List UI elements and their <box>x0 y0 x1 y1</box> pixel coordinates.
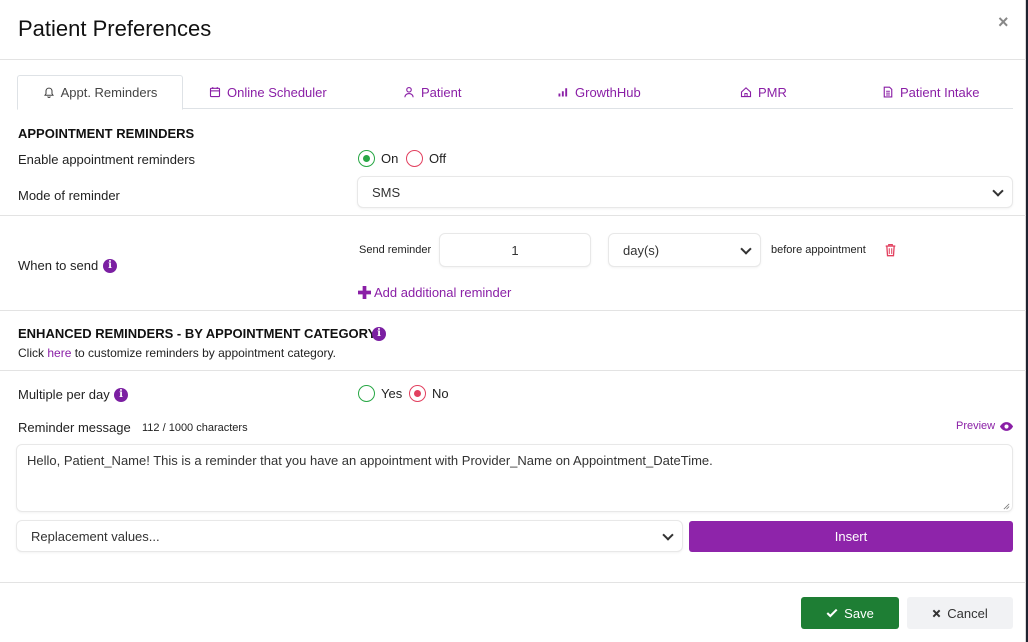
character-counter: 112 / 1000 characters <box>142 422 248 434</box>
cancel-button[interactable]: Cancel <box>907 597 1013 629</box>
divider <box>0 310 1026 311</box>
save-button[interactable]: Save <box>801 597 899 629</box>
radio-checked-icon <box>409 385 426 402</box>
replacement-placeholder: Replacement values... <box>31 528 160 544</box>
info-icon[interactable]: i <box>103 259 117 273</box>
on-label: On <box>381 151 399 166</box>
preview-label: Preview <box>956 420 996 432</box>
close-icon <box>932 609 941 617</box>
yes-label: Yes <box>381 386 403 401</box>
info-icon[interactable]: i <box>372 327 386 341</box>
save-label: Save <box>844 605 874 621</box>
close-icon[interactable]: × <box>998 12 1009 33</box>
insert-label: Insert <box>834 529 868 544</box>
multiple-no-radio[interactable]: No <box>409 385 449 402</box>
send-reminder-label: Send reminder <box>359 244 432 256</box>
tab-appt-reminders[interactable]: Appt. Reminders <box>17 75 183 110</box>
multiple-yes-radio[interactable]: Yes <box>358 385 402 402</box>
send-reminder-amount-input[interactable]: 1 <box>439 233 591 267</box>
patient-preferences-modal: Patient Preferences × Appt. Reminders On… <box>0 0 1026 642</box>
tab-label: GrowthHub <box>575 84 641 100</box>
plus-icon <box>358 286 371 299</box>
mode-value: SMS <box>372 184 401 200</box>
enhanced-reminders-text: Click here to customize reminders by app… <box>18 346 336 360</box>
tab-label: Patient <box>421 84 462 100</box>
cancel-label: Cancel <box>947 605 988 621</box>
reminder-message-label: Reminder message <box>18 420 131 435</box>
trash-icon[interactable] <box>884 243 897 257</box>
enable-reminders-label: Enable appointment reminders <box>18 152 196 167</box>
no-label: No <box>432 386 449 401</box>
document-icon <box>883 86 893 98</box>
enable-on-radio[interactable]: On <box>358 150 398 167</box>
bar-chart-icon <box>558 88 568 97</box>
modal-title: Patient Preferences <box>18 16 212 41</box>
divider <box>0 215 1026 216</box>
click-text: Click <box>18 346 44 360</box>
tab-label: Appt. Reminders <box>60 85 158 100</box>
radio-checked-icon <box>358 150 375 167</box>
tab-label: PMR <box>758 84 787 100</box>
radio-unchecked-icon <box>358 385 375 402</box>
user-icon <box>404 86 414 98</box>
calendar-icon <box>209 87 221 98</box>
add-reminder-label: Add additional reminder <box>374 285 512 300</box>
mode-of-reminder-label: Mode of reminder <box>18 188 120 203</box>
tab-pmr[interactable]: PMR <box>740 75 787 109</box>
tab-online-scheduler[interactable]: Online Scheduler <box>209 75 327 109</box>
enhanced-reminders-heading: ENHANCED REMINDERS - BY APPOINTMENT CATE… <box>18 326 377 341</box>
eye-icon <box>1000 421 1014 431</box>
check-icon <box>826 608 838 618</box>
replacement-values-select[interactable]: Replacement values... <box>16 520 683 552</box>
multiple-per-day-label: Multiple per day <box>18 387 110 402</box>
chevron-down-icon <box>740 243 752 255</box>
preview-link[interactable]: Preview <box>956 420 1014 432</box>
home-icon <box>740 87 752 98</box>
mode-of-reminder-select[interactable]: SMS <box>357 176 1013 208</box>
unit-value: day(s) <box>623 242 660 258</box>
tab-label: Patient Intake <box>900 84 980 100</box>
tab-patient[interactable]: Patient <box>403 75 461 109</box>
before-appointment-label: before appointment <box>771 244 866 256</box>
reminder-message-textarea[interactable]: Hello, Patient_Name! This is a reminder … <box>16 444 1013 512</box>
off-label: Off <box>429 151 447 166</box>
info-icon[interactable]: i <box>114 388 128 402</box>
when-to-send-label: When to send <box>18 258 99 273</box>
tab-label: Online Scheduler <box>227 84 327 100</box>
enable-off-radio[interactable]: Off <box>406 150 446 167</box>
resize-handle-icon[interactable] <box>1003 503 1010 510</box>
tab-patient-intake[interactable]: Patient Intake <box>882 75 980 109</box>
modal-header: Patient Preferences × <box>0 0 1026 60</box>
here-link[interactable]: here <box>47 346 71 360</box>
chevron-down-icon <box>662 529 674 541</box>
radio-unchecked-icon <box>406 150 423 167</box>
tab-growthhub[interactable]: GrowthHub <box>557 75 641 109</box>
tab-bar: Appt. Reminders Online Scheduler Patient… <box>17 75 1013 110</box>
add-additional-reminder-link[interactable]: Add additional reminder <box>358 285 511 300</box>
chevron-down-icon <box>992 185 1004 197</box>
divider <box>0 582 1026 583</box>
appointment-reminders-heading: APPOINTMENT REMINDERS <box>18 126 195 141</box>
send-reminder-unit-select[interactable]: day(s) <box>608 233 761 267</box>
divider <box>0 370 1026 371</box>
insert-button[interactable]: Insert <box>689 521 1013 552</box>
bell-icon <box>43 87 54 98</box>
customize-text: to customize reminders by appointment ca… <box>74 346 336 360</box>
